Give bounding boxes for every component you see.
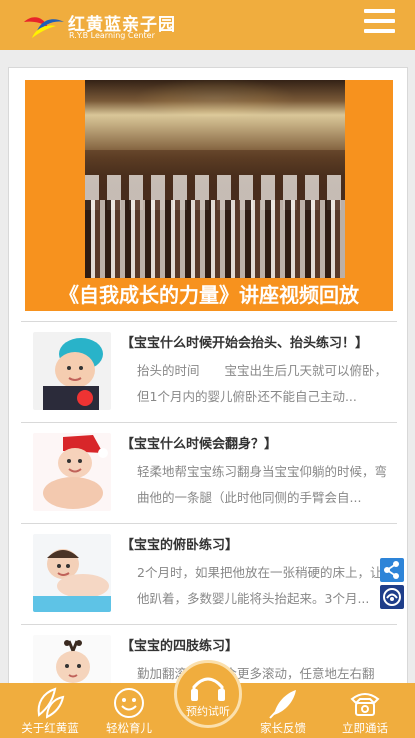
nav-label: 关于红黄蓝	[21, 721, 79, 735]
article-thumbnail	[33, 433, 111, 511]
smiley-face-icon	[114, 688, 144, 718]
logo-english-name: R.Y.B Learning Center	[69, 31, 155, 40]
feather-icon	[269, 690, 296, 719]
nav-label: 立即通话	[342, 721, 388, 735]
reserve-label: 预约试听	[186, 705, 230, 718]
banner[interactable]: 《自我成长的力量》讲座视频回放	[25, 80, 393, 311]
content-card: 《自我成长的力量》讲座视频回放 【宝宝什么时候开始会抬头、抬头练习！】 抬头的时…	[8, 67, 408, 738]
article-description: 抬头的时间 宝宝出生后几天就可以俯卧，但1个月内的婴儿俯卧还不能自己主动...	[137, 363, 388, 404]
nav-about[interactable]: 关于红黄蓝	[15, 683, 85, 738]
telephone-icon	[350, 693, 380, 716]
leaf-hand-icon	[37, 687, 65, 719]
article-item[interactable]: 【宝宝什么时候开始会抬头、抬头练习！】 抬头的时间 宝宝出生后几天就可以俯卧，但…	[21, 322, 397, 422]
headphones-icon	[191, 677, 225, 701]
article-item[interactable]: 【宝宝什么时候会翻身？】 轻柔地帮宝宝练习翻身当宝宝仰躺的时候，弯曲他的一条腿（…	[21, 423, 397, 523]
nav-parenting[interactable]: 轻松育儿	[94, 683, 164, 738]
hamburger-menu-icon[interactable]	[364, 9, 396, 37]
share-icon[interactable]	[380, 558, 404, 582]
article-description: 轻柔地帮宝宝练习翻身当宝宝仰躺的时候，弯曲他的一条腿（此时他同侧的手臂会自...	[137, 464, 388, 505]
reserve-trial-button[interactable]: 预约试听	[174, 660, 242, 728]
brand-logo[interactable]: 红黄蓝亲子园 R.Y.B Learning Center	[22, 10, 182, 42]
article-title: 【宝宝什么时候会翻身？】	[121, 437, 278, 452]
article-title: 【宝宝的俯卧练习】	[121, 538, 239, 553]
article-description: 2个月时，如果把他放在一张稍硬的床上，让他趴着，多数婴儿能将头抬起来。3个月..…	[137, 565, 383, 606]
article-item[interactable]: 【宝宝的俯卧练习】 2个月时，如果把他放在一张稍硬的床上，让他趴着，多数婴儿能将…	[21, 524, 397, 624]
customer-service-icon[interactable]	[380, 585, 404, 609]
nav-label: 轻松育儿	[106, 721, 152, 735]
nav-feedback[interactable]: 家长反馈	[248, 683, 318, 738]
article-title: 【宝宝什么时候开始会抬头、抬头练习！】	[121, 336, 369, 351]
logo-mark-icon	[24, 17, 64, 38]
banner-lecture-photo	[85, 80, 345, 278]
top-header: 红黄蓝亲子园 R.Y.B Learning Center	[0, 0, 415, 50]
article-thumbnail	[33, 534, 111, 612]
article-title: 【宝宝的四肢练习】	[121, 639, 239, 654]
nav-call[interactable]: 立即通话	[330, 683, 400, 738]
article-thumbnail	[33, 332, 111, 410]
banner-title: 《自我成长的力量》讲座视频回放	[59, 283, 359, 307]
nav-label: 家长反馈	[260, 721, 306, 735]
